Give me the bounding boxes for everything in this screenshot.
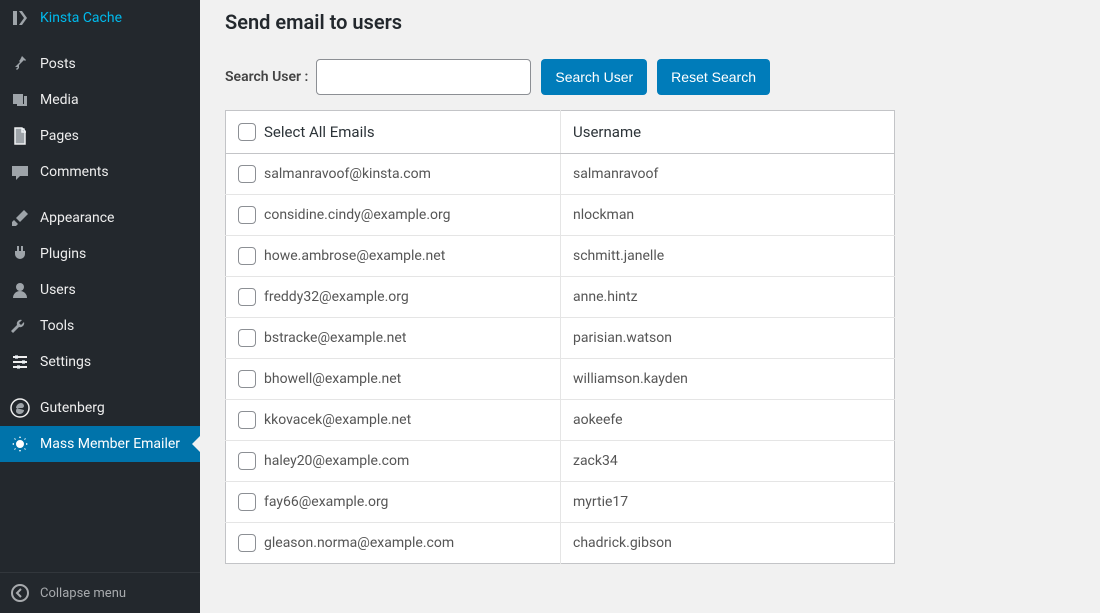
row-checkbox[interactable] bbox=[238, 452, 256, 470]
table-row: salmanravoof@kinsta.com salmanravoof bbox=[226, 154, 895, 195]
sidebar-item-kinsta-cache[interactable]: Kinsta Cache bbox=[0, 0, 200, 36]
table-row: haley20@example.com zack34 bbox=[226, 441, 895, 482]
collapse-label: Collapse menu bbox=[40, 586, 126, 601]
row-username: anne.hintz bbox=[561, 277, 895, 318]
table-row: freddy32@example.org anne.hintz bbox=[226, 277, 895, 318]
select-all-checkbox[interactable] bbox=[238, 123, 256, 141]
sidebar-item-label: Users bbox=[40, 281, 76, 299]
row-checkbox[interactable] bbox=[238, 493, 256, 511]
sidebar-item-label: Comments bbox=[40, 163, 109, 181]
row-checkbox[interactable] bbox=[238, 534, 256, 552]
brush-icon bbox=[10, 208, 30, 228]
main-content: Send email to users Search User : Search… bbox=[200, 0, 1100, 613]
sidebar-item-label: Settings bbox=[40, 353, 91, 371]
row-email: bhowell@example.net bbox=[264, 371, 401, 387]
sidebar-item-plugins[interactable]: Plugins bbox=[0, 236, 200, 272]
select-all-label: Select All Emails bbox=[264, 123, 375, 141]
search-user-button[interactable]: Search User bbox=[541, 59, 647, 95]
row-checkbox[interactable] bbox=[238, 411, 256, 429]
row-username: myrtie17 bbox=[561, 482, 895, 523]
table-row: howe.ambrose@example.net schmitt.janelle bbox=[226, 236, 895, 277]
sidebar-item-users[interactable]: Users bbox=[0, 272, 200, 308]
table-row: bhowell@example.net williamson.kayden bbox=[226, 359, 895, 400]
media-icon bbox=[10, 90, 30, 110]
page-title: Send email to users bbox=[225, 10, 1075, 34]
pin-icon bbox=[10, 54, 30, 74]
sidebar-item-label: Appearance bbox=[40, 209, 114, 227]
sidebar-item-label: Kinsta Cache bbox=[40, 9, 122, 27]
sidebar-item-pages[interactable]: Pages bbox=[0, 118, 200, 154]
sidebar-item-posts[interactable]: Posts bbox=[0, 46, 200, 82]
pages-icon bbox=[10, 126, 30, 146]
reset-search-button[interactable]: Reset Search bbox=[657, 59, 770, 95]
comments-icon bbox=[10, 162, 30, 182]
sidebar-item-label: Plugins bbox=[40, 245, 86, 263]
sidebar-item-tools[interactable]: Tools bbox=[0, 308, 200, 344]
row-username: parisian.watson bbox=[561, 318, 895, 359]
sidebar-item-appearance[interactable]: Appearance bbox=[0, 200, 200, 236]
row-username: zack34 bbox=[561, 441, 895, 482]
row-checkbox[interactable] bbox=[238, 165, 256, 183]
row-username: nlockman bbox=[561, 195, 895, 236]
gear-icon bbox=[10, 434, 30, 454]
row-email: kkovacek@example.net bbox=[264, 412, 411, 428]
row-email: howe.ambrose@example.net bbox=[264, 248, 445, 264]
table-row: bstracke@example.net parisian.watson bbox=[226, 318, 895, 359]
row-checkbox[interactable] bbox=[238, 247, 256, 265]
row-email: bstracke@example.net bbox=[264, 330, 406, 346]
row-username: chadrick.gibson bbox=[561, 523, 895, 564]
sidebar-item-media[interactable]: Media bbox=[0, 82, 200, 118]
row-checkbox[interactable] bbox=[238, 288, 256, 306]
sidebar-item-settings[interactable]: Settings bbox=[0, 344, 200, 380]
sidebar-item-label: Gutenberg bbox=[40, 399, 105, 417]
row-username: salmanravoof bbox=[561, 154, 895, 195]
plug-icon bbox=[10, 244, 30, 264]
row-checkbox[interactable] bbox=[238, 370, 256, 388]
search-row: Search User : Search User Reset Search bbox=[225, 59, 1075, 95]
row-checkbox[interactable] bbox=[238, 206, 256, 224]
sidebar-item-label: Pages bbox=[40, 127, 79, 145]
username-header: Username bbox=[561, 111, 895, 154]
sidebar-item-label: Tools bbox=[40, 317, 74, 335]
table-row: fay66@example.org myrtie17 bbox=[226, 482, 895, 523]
table-row: kkovacek@example.net aokeefe bbox=[226, 400, 895, 441]
sliders-icon bbox=[10, 352, 30, 372]
row-username: schmitt.janelle bbox=[561, 236, 895, 277]
users-table: Select All Emails Username salmanravoof@… bbox=[225, 110, 895, 564]
gutenberg-icon bbox=[10, 398, 30, 418]
row-email: freddy32@example.org bbox=[264, 289, 409, 305]
row-username: aokeefe bbox=[561, 400, 895, 441]
sidebar-item-gutenberg[interactable]: Gutenberg bbox=[0, 390, 200, 426]
collapse-icon bbox=[10, 583, 30, 603]
wrench-icon bbox=[10, 316, 30, 336]
sidebar-item-label: Media bbox=[40, 91, 79, 109]
row-email: salmanravoof@kinsta.com bbox=[264, 166, 431, 182]
row-email: considine.cindy@example.org bbox=[264, 207, 450, 223]
row-username: williamson.kayden bbox=[561, 359, 895, 400]
search-label: Search User : bbox=[225, 69, 308, 85]
sidebar-item-comments[interactable]: Comments bbox=[0, 154, 200, 190]
collapse-menu[interactable]: Collapse menu bbox=[0, 572, 200, 613]
kinsta-icon bbox=[10, 8, 30, 28]
sidebar-item-label: Posts bbox=[40, 55, 76, 73]
user-icon bbox=[10, 280, 30, 300]
row-checkbox[interactable] bbox=[238, 329, 256, 347]
admin-sidebar: Kinsta Cache Posts Media Pages Comments Appea… bbox=[0, 0, 200, 613]
sidebar-item-mass-member-emailer[interactable]: Mass Member Emailer bbox=[0, 426, 200, 462]
table-row: considine.cindy@example.org nlockman bbox=[226, 195, 895, 236]
row-email: fay66@example.org bbox=[264, 494, 388, 510]
row-email: gleason.norma@example.com bbox=[264, 535, 454, 551]
row-email: haley20@example.com bbox=[264, 453, 409, 469]
sidebar-item-label: Mass Member Emailer bbox=[40, 435, 180, 453]
table-row: gleason.norma@example.com chadrick.gibson bbox=[226, 523, 895, 564]
search-input[interactable] bbox=[316, 59, 531, 95]
